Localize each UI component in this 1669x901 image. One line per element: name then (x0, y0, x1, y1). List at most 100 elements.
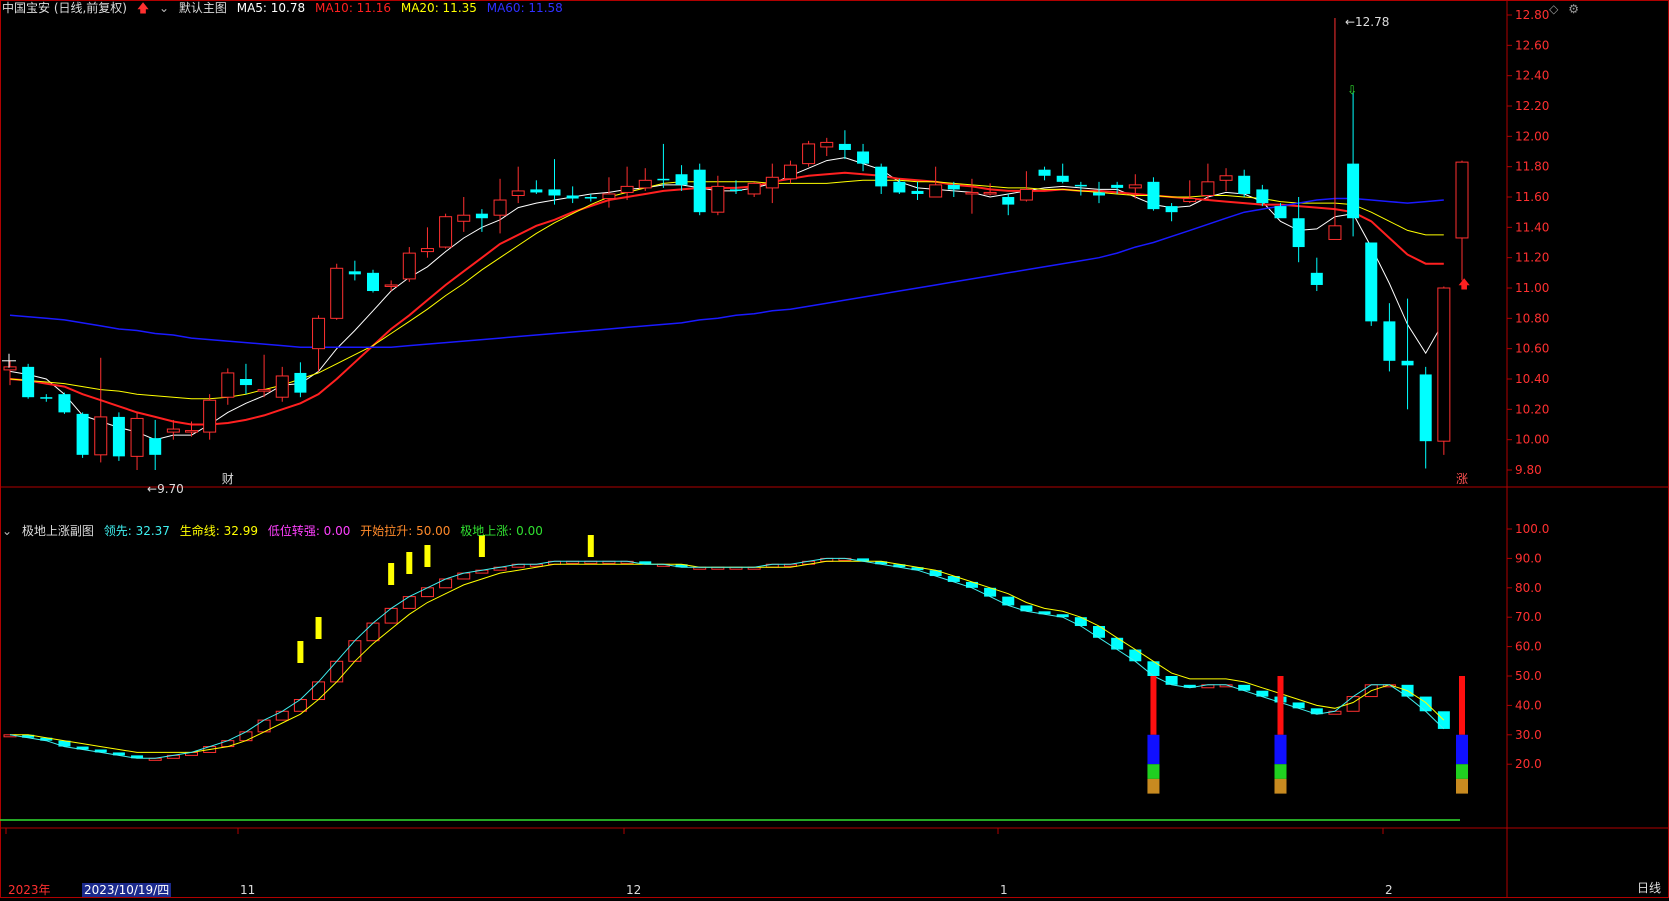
price-tick-label: 11.20 (1515, 251, 1549, 265)
candle-body (330, 267, 344, 319)
default-chart-selector[interactable]: 默认主图 (179, 1, 227, 15)
candle-body (1292, 218, 1305, 248)
candle-body (1038, 169, 1051, 176)
candle-body (657, 178, 670, 181)
candle (875, 163, 888, 194)
candle-body (275, 375, 289, 398)
signal-block-blue (1274, 734, 1287, 765)
candle-body (693, 169, 706, 213)
time-tick-label: 1 (1000, 883, 1008, 897)
time-tick-label: 11 (240, 883, 255, 897)
chart-canvas[interactable]: ←12.78←9.70财 涨⇩🡅 12.8012.6012.4012.2012.0… (0, 0, 1669, 898)
candle (402, 247, 416, 282)
chevron-down-icon[interactable]: ⌄ (159, 1, 169, 15)
candle-body (166, 428, 180, 433)
diamond-icon[interactable]: ◇ (1549, 2, 1558, 16)
candle (475, 209, 488, 232)
rise-signal-bar (297, 641, 304, 663)
candle-body (1419, 374, 1432, 442)
lead-bar (1165, 676, 1178, 685)
lead-bar (384, 607, 398, 624)
candle-body (602, 193, 616, 200)
time-tick-label: 2023年 (8, 883, 51, 897)
candle-body (838, 143, 851, 150)
candle (675, 165, 688, 191)
candle (1238, 169, 1251, 197)
candle-body (149, 438, 162, 455)
sub-indicator-plot (0, 535, 1468, 821)
candle-body (1111, 184, 1124, 188)
sub-chart-title[interactable]: 极地上涨副图 (22, 524, 94, 538)
candle (511, 166, 525, 204)
candle-body (1347, 163, 1360, 219)
candle (1056, 163, 1069, 184)
candle (312, 315, 326, 372)
price-tick-label: 12.00 (1515, 129, 1549, 143)
candle (22, 363, 35, 399)
candle-body (130, 417, 144, 457)
candle-body (1093, 192, 1105, 196)
candle (1347, 92, 1360, 237)
candle (221, 368, 235, 405)
start-lift-bar (1277, 676, 1284, 735)
candle (294, 362, 307, 398)
ma-line-ma20 (9, 179, 1444, 400)
candle-body (22, 366, 35, 398)
candle (965, 178, 979, 214)
candle (1019, 171, 1033, 202)
candle (1383, 303, 1396, 372)
candle-body (40, 397, 53, 399)
candle-body (76, 413, 89, 455)
candle (1219, 168, 1233, 191)
price-tick-label: 10.20 (1515, 402, 1549, 416)
lead-bar (366, 622, 380, 642)
settings-icon[interactable]: ⚙ (1568, 2, 1579, 16)
candle-body (439, 216, 453, 248)
sub-tick-label: 30.0 (1515, 728, 1542, 742)
candle (384, 280, 398, 292)
polar-rise-legend: 极地上涨: 0.00 (460, 524, 543, 538)
signal-block-green (1456, 764, 1468, 779)
candle-body (1365, 242, 1378, 322)
chevron-down-icon[interactable]: ⌄ (2, 524, 12, 538)
rise-signal-bar (478, 535, 485, 557)
rise-signal-bar (424, 545, 431, 567)
candle-body (203, 399, 217, 433)
window-controls: ◇ ⚙ (1543, 2, 1579, 16)
candle-body (185, 430, 198, 433)
candle-body (765, 176, 779, 189)
candle-body (1002, 197, 1015, 205)
start-lift-legend: 开始拉升: 50.00 (360, 524, 451, 538)
candle (457, 197, 471, 232)
price-tick-label: 10.00 (1515, 433, 1549, 447)
candle-body (857, 151, 870, 164)
candle (620, 166, 634, 201)
ma5-legend: MA5: 10.78 (236, 1, 306, 15)
candle (130, 412, 144, 470)
stock-title[interactable]: 中国宝安 (日线,前复权) (2, 1, 127, 15)
candle-body (1328, 225, 1342, 240)
candle (1328, 18, 1342, 240)
candle (548, 159, 561, 205)
lead-bar (275, 710, 289, 721)
candle-body (1147, 181, 1160, 210)
candle-body (1056, 175, 1069, 182)
candle (367, 269, 379, 293)
rise-signal-bar (587, 535, 594, 557)
candle-body (983, 191, 997, 195)
lead-bar (1111, 637, 1124, 650)
signal-block-orange (1274, 778, 1287, 794)
event-marker: 涨 (1456, 471, 1468, 486)
rise-signal-bar (315, 617, 322, 639)
candle-body (638, 179, 652, 189)
candle-body (511, 190, 525, 196)
price-tick-label: 12.40 (1515, 69, 1549, 83)
candle-body (802, 143, 816, 165)
candle-body (747, 182, 761, 195)
start-lift-bar (1459, 676, 1465, 735)
lead-bar (312, 681, 326, 701)
period-selector[interactable]: 日线 (1637, 879, 1661, 896)
candle (857, 143, 870, 172)
candle (820, 137, 834, 157)
time-tick-label: 2 (1385, 883, 1393, 897)
